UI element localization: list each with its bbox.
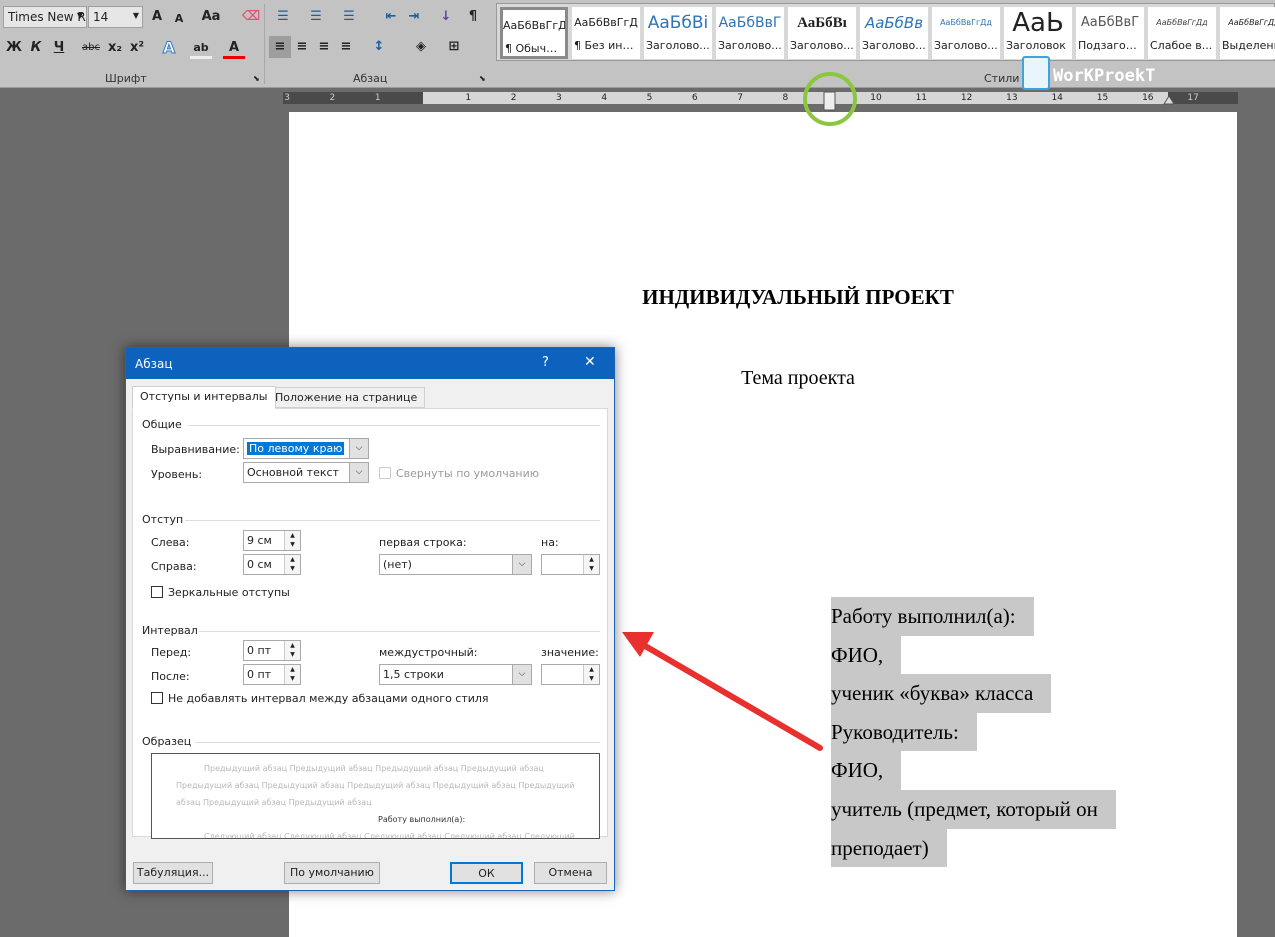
spin-arrows-icon[interactable]: ▲ ▼	[284, 641, 300, 660]
chevron-down-icon: ⌵	[349, 463, 368, 482]
arrow-head-icon	[622, 632, 654, 657]
preview-current-text: Работу выполнил(а):	[378, 815, 466, 824]
divider	[188, 425, 600, 426]
tabs-button[interactable]: Табуляция...	[133, 862, 213, 884]
indent-right-value: 0 см	[247, 558, 272, 571]
before-spinner[interactable]: 0 пт ▲ ▼	[243, 640, 301, 661]
spin-arrows-icon[interactable]: ▲ ▼	[284, 531, 300, 550]
after-value: 0 пт	[247, 668, 272, 681]
level-label: Уровень:	[151, 468, 203, 481]
by-label: на:	[541, 536, 559, 549]
first-line-label: первая строка:	[379, 536, 467, 549]
chevron-down-icon: ⌵	[512, 555, 531, 574]
indent-left-label: Слева:	[151, 536, 190, 549]
indent-left-value: 9 см	[247, 534, 272, 547]
spacing-header: Интервал	[142, 624, 198, 637]
preview-header: Образец	[142, 735, 192, 748]
preview-previous-text: Предыдущий абзац Предыдущий абзац Предыд…	[176, 781, 575, 790]
divider	[199, 631, 600, 632]
indent-right-label: Справа:	[151, 560, 197, 573]
cancel-button[interactable]: Отмена	[534, 862, 607, 884]
left-indent-marker[interactable]	[823, 91, 836, 111]
line-spacing-label: междустрочный:	[379, 646, 478, 659]
ok-button[interactable]: ОК	[450, 862, 523, 884]
line-spacing-select[interactable]: 1,5 строки ⌵	[379, 664, 532, 685]
preview-previous-text: абзац Предыдущий абзац Предыдущий абзац	[176, 798, 372, 807]
spin-arrows-icon[interactable]: ▲ ▼	[583, 555, 599, 574]
preview-next-text: Следующий абзац Следующий абзац Следующи…	[204, 832, 575, 839]
indent-header: Отступ	[142, 513, 184, 526]
preview-previous-text: Предыдущий абзац Предыдущий абзац Предыд…	[204, 764, 544, 773]
preview-box: Предыдущий абзац Предыдущий абзац Предыд…	[151, 753, 600, 839]
alignment-value: По левому краю	[247, 442, 345, 455]
after-spinner[interactable]: 0 пт ▲ ▼	[243, 664, 301, 685]
alignment-select[interactable]: По левому краю ⌵	[243, 438, 369, 459]
help-button[interactable]: ?	[542, 355, 549, 370]
tab-line-page-breaks[interactable]: Положение на странице	[267, 387, 426, 408]
chevron-down-icon: ⌵	[349, 439, 368, 458]
indent-left-spinner[interactable]: 9 см ▲ ▼	[243, 530, 301, 551]
after-label: После:	[151, 670, 190, 683]
no-space-label: Не добавлять интервал между абзацами одн…	[168, 692, 489, 705]
divider	[185, 520, 600, 521]
dialog-title: Абзац	[135, 357, 173, 371]
mirror-indents-label: Зеркальные отступы	[168, 586, 290, 599]
arrow-icon	[637, 640, 823, 751]
collapsed-checkbox[interactable]	[379, 467, 391, 479]
first-line-value: (нет)	[383, 558, 412, 571]
first-line-select[interactable]: (нет) ⌵	[379, 554, 532, 575]
set-default-button[interactable]: По умолчанию	[284, 862, 380, 884]
alignment-label: Выравнивание:	[151, 443, 240, 456]
indent-right-spinner[interactable]: 0 см ▲ ▼	[243, 554, 301, 575]
level-value: Основной текст	[247, 466, 339, 479]
level-select[interactable]: Основной текст ⌵	[243, 462, 369, 483]
line-spacing-value: 1,5 строки	[383, 668, 444, 681]
dialog-titlebar: Абзац ? ✕	[126, 348, 614, 379]
tab-panel: Общие Выравнивание: По левому краю ⌵ Уров…	[132, 408, 608, 839]
no-space-checkbox[interactable]	[151, 692, 163, 704]
before-label: Перед:	[151, 646, 192, 659]
before-value: 0 пт	[247, 644, 272, 657]
by-spinner[interactable]: ▲ ▼	[541, 554, 600, 575]
chevron-down-icon: ⌵	[512, 665, 531, 684]
paragraph-dialog: Абзац ? ✕ Отступы и интервалы Положение …	[125, 347, 615, 891]
right-indent-marker[interactable]	[1163, 95, 1175, 105]
spin-arrows-icon[interactable]: ▲ ▼	[284, 555, 300, 574]
mirror-indents-checkbox[interactable]	[151, 586, 163, 598]
close-button[interactable]: ✕	[584, 354, 596, 370]
divider	[195, 742, 600, 743]
collapsed-label: Свернуты по умолчанию	[396, 467, 540, 480]
at-spinner[interactable]: ▲ ▼	[541, 664, 600, 685]
at-label: значение:	[541, 646, 599, 659]
general-header: Общие	[142, 418, 182, 431]
spin-arrows-icon[interactable]: ▲ ▼	[284, 665, 300, 684]
tab-indents-spacing[interactable]: Отступы и интервалы	[132, 386, 276, 409]
spin-arrows-icon[interactable]: ▲ ▼	[583, 665, 599, 684]
